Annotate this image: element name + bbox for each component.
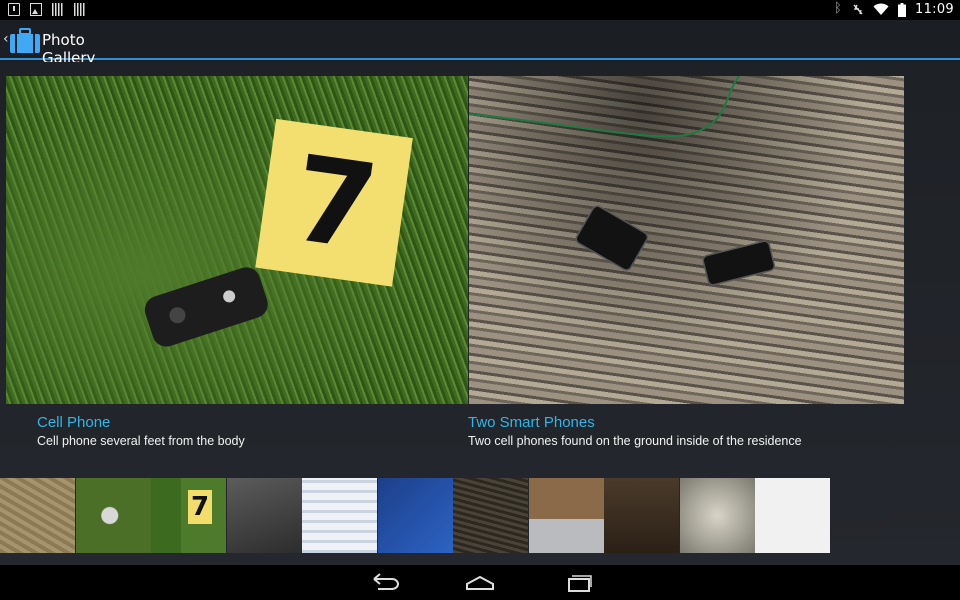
thumbnail-strip[interactable] (0, 478, 830, 554)
caption-cell-phone: Cell Phone Cell phone several feet from … (37, 414, 245, 448)
chevron-left-icon: ‹ (3, 31, 9, 47)
caption-two-smart-phones: Two Smart Phones Two cell phones found o… (468, 414, 802, 448)
clock: 11:09 (915, 2, 954, 17)
thumbnail[interactable] (453, 478, 528, 553)
smart-phones-evidence-image (469, 76, 776, 286)
thumbnail[interactable] (75, 478, 151, 553)
back-icon[interactable] (368, 571, 404, 595)
screen: 11:09 ‹ Photo Gallery 7 (0, 0, 960, 600)
download-icon (8, 3, 20, 16)
thumbnail[interactable] (302, 478, 377, 553)
thumbnail[interactable] (226, 478, 302, 553)
cell-phone-evidence-image: 7 (144, 118, 413, 347)
thumbnail[interactable] (755, 478, 830, 553)
photo-title[interactable]: Two Smart Phones (468, 414, 802, 431)
bluetooth-icon (834, 1, 843, 16)
thumbnail[interactable] (377, 478, 453, 553)
gallery-content: 7 Cell Phone Cell phone several feet fro… (0, 62, 960, 565)
barcode-icon (74, 3, 86, 16)
wifi-icon (873, 3, 889, 15)
up-navigation-button[interactable]: ‹ Photo Gallery (0, 20, 128, 67)
navigation-bar (0, 565, 960, 600)
system-icons: 11:09 (834, 1, 954, 17)
status-bar: 11:09 (0, 0, 960, 20)
battery-icon (898, 2, 907, 17)
thumbnail[interactable] (679, 478, 755, 553)
home-icon[interactable] (462, 571, 498, 595)
screen-rotation-icon (853, 4, 863, 15)
action-bar: ‹ Photo Gallery (0, 20, 960, 67)
photo-two-smart-phones[interactable] (469, 76, 904, 404)
barcode-icon (52, 3, 64, 16)
notification-icons (8, 3, 86, 16)
photo-title[interactable]: Cell Phone (37, 414, 245, 431)
recent-apps-icon[interactable] (560, 571, 596, 595)
briefcase-icon (10, 28, 40, 53)
thumbnail[interactable] (0, 478, 75, 553)
photo-cell-phone[interactable]: 7 (6, 76, 468, 404)
photo-description: Cell phone several feet from the body (37, 434, 245, 448)
photo-description: Two cell phones found on the ground insi… (468, 434, 802, 448)
image-icon (30, 3, 42, 16)
thumbnail[interactable] (151, 478, 226, 553)
thumbnail[interactable] (528, 478, 604, 553)
thumbnail[interactable] (604, 478, 679, 553)
